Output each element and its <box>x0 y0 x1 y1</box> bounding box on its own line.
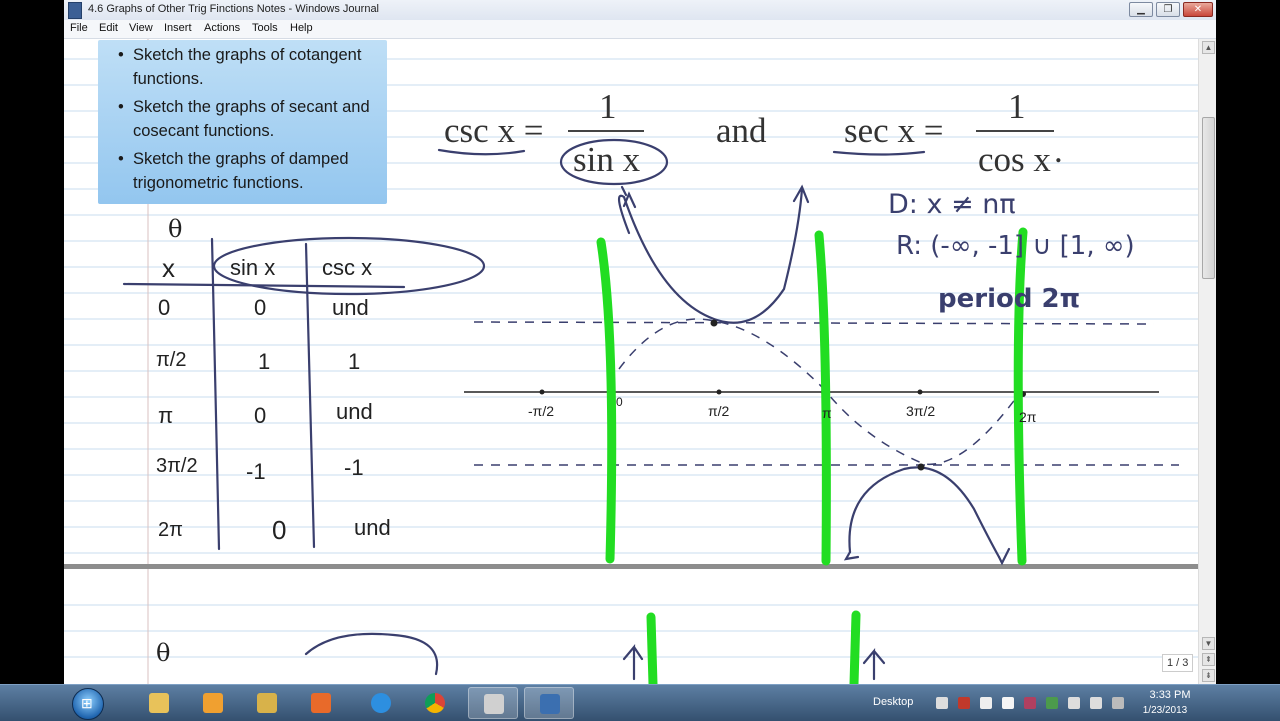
table-x-header: x <box>162 253 175 283</box>
ie-icon <box>371 693 391 713</box>
page-up-icon[interactable]: ⇞ <box>1202 653 1215 666</box>
table-row-x: π <box>158 403 174 428</box>
scroll-up-icon[interactable]: ▲ <box>1202 41 1215 54</box>
tray-flag-icon[interactable] <box>1002 697 1014 709</box>
table-sin-header: sin x <box>230 255 276 280</box>
tray-volume-icon[interactable] <box>1090 697 1102 709</box>
table-row-x: 0 <box>158 295 171 320</box>
table-row-x: 2π <box>158 519 183 541</box>
asymptote-page2-a <box>646 612 658 684</box>
asymptote-page2-b <box>849 610 861 684</box>
window-title: 4.6 Graphs of Other Trig Finctions Notes… <box>88 3 380 15</box>
asymptote-pi <box>814 230 831 566</box>
asymptote-zero <box>596 237 617 564</box>
title-bar[interactable]: 4.6 Graphs of Other Trig Finctions Notes… <box>64 0 1216 21</box>
journal-app-icon <box>68 2 82 19</box>
sec-underline <box>832 150 926 156</box>
page-down-icon[interactable]: ⇟ <box>1202 669 1215 682</box>
page-indicator: 1 / 3 <box>1162 654 1194 672</box>
menu-actions[interactable]: Actions <box>204 22 240 34</box>
table-divider-2 <box>304 242 316 549</box>
range-note: R: (-∞, -1] ∪ [1, ∞) <box>896 231 1135 261</box>
axis-label: π/2 <box>708 403 730 419</box>
snip-icon <box>484 694 504 714</box>
media-icon <box>203 693 223 713</box>
vertical-scrollbar[interactable]: ▲ ▼ ⇞ ⇟ <box>1198 39 1216 684</box>
table-row-sin: 0 <box>254 295 267 320</box>
tray-user-icon[interactable] <box>1046 697 1058 709</box>
handwritten-ink <box>122 138 1179 684</box>
close-icon: ✕ <box>1193 4 1203 15</box>
menu-help[interactable]: Help <box>290 22 313 34</box>
tray-app-icon[interactable] <box>936 697 948 709</box>
minimize-button[interactable]: ▁ <box>1129 2 1153 17</box>
clock-time[interactable]: 3:33 PM <box>1142 689 1198 701</box>
axis-label: 2π <box>1019 409 1037 425</box>
tray-sync-icon[interactable] <box>1024 697 1036 709</box>
table-row-csc: und <box>354 515 391 540</box>
table-row-csc: 1 <box>348 349 361 374</box>
maximize-button[interactable]: ❐ <box>1156 2 1180 17</box>
tray-pdf-icon[interactable] <box>958 697 970 709</box>
csc-lower-curve <box>848 466 1001 559</box>
taskbar-journal[interactable] <box>524 687 574 719</box>
menu-tools[interactable]: Tools <box>252 22 278 34</box>
maximize-icon: ❐ <box>1163 4 1173 15</box>
taskbar-chrome[interactable] <box>410 687 460 719</box>
table-row-csc: und <box>332 295 369 320</box>
menu-file[interactable]: File <box>70 22 88 34</box>
menu-bar: File Edit View Insert Actions Tools Help <box>64 20 1216 39</box>
domain-note: D: x ≠ nπ <box>888 189 1016 220</box>
table-row-x: 3π/2 <box>156 455 198 477</box>
table-row-sin: 0 <box>272 515 287 545</box>
taskbar-snip[interactable] <box>468 687 518 719</box>
table-csc-header: csc x <box>322 255 373 280</box>
menu-edit[interactable]: Edit <box>99 22 118 34</box>
explorer-icon <box>149 693 169 713</box>
chrome-icon <box>425 693 445 713</box>
minimize-icon: ▁ <box>1137 4 1145 15</box>
table-row-sin: 1 <box>258 349 271 374</box>
menu-insert[interactable]: Insert <box>164 22 192 34</box>
asymptote-two-pi <box>1013 227 1028 566</box>
sin-x-circle <box>559 138 669 186</box>
axis-label: π <box>822 405 832 421</box>
taskbar-media[interactable] <box>188 687 238 719</box>
period-note: period 2π <box>938 284 1081 314</box>
journal-page[interactable]: • Sketch the graphs of cotangent functio… <box>64 39 1198 684</box>
tray-bluetooth-icon[interactable] <box>1112 697 1124 709</box>
scroll-thumb[interactable] <box>1202 117 1215 279</box>
taskbar: ⊞ Desktop 3:33 PM 1/23/2013 <box>0 684 1280 721</box>
table-row-csc: und <box>336 399 373 424</box>
taskbar-ie[interactable] <box>356 687 406 719</box>
table-row-x: π/2 <box>156 349 187 371</box>
journal-window: 4.6 Graphs of Other Trig Finctions Notes… <box>64 0 1216 684</box>
axis-label: -π/2 <box>528 403 554 419</box>
page2-theta: θ <box>156 639 171 667</box>
tray-network-icon[interactable] <box>1068 697 1080 709</box>
scroll-down-icon[interactable]: ▼ <box>1202 637 1215 650</box>
security-icon <box>257 693 277 713</box>
table-header-line <box>122 282 406 289</box>
journal-icon <box>540 694 560 714</box>
csc-underline <box>437 148 526 156</box>
menu-view[interactable]: View <box>129 22 153 34</box>
clock-date[interactable]: 1/23/2013 <box>1132 705 1198 716</box>
table-theta: θ <box>168 215 183 243</box>
csc-upper-curve <box>617 184 810 324</box>
start-button[interactable]: ⊞ <box>72 688 104 720</box>
table-row-sin: -1 <box>246 459 266 484</box>
desktop-toolbar-label[interactable]: Desktop <box>873 696 913 708</box>
table-row-sin: 0 <box>254 403 267 428</box>
player-icon <box>311 693 331 713</box>
taskbar-explorer[interactable] <box>134 687 184 719</box>
tray-power-icon[interactable] <box>980 697 992 709</box>
taskbar-player[interactable] <box>296 687 346 719</box>
taskbar-security[interactable] <box>242 687 292 719</box>
axis-label: 0 <box>616 395 623 409</box>
axis-label: 3π/2 <box>906 403 936 419</box>
windows-logo-icon: ⊞ <box>81 695 93 711</box>
table-row-csc: -1 <box>344 455 364 480</box>
close-button[interactable]: ✕ <box>1183 2 1213 17</box>
